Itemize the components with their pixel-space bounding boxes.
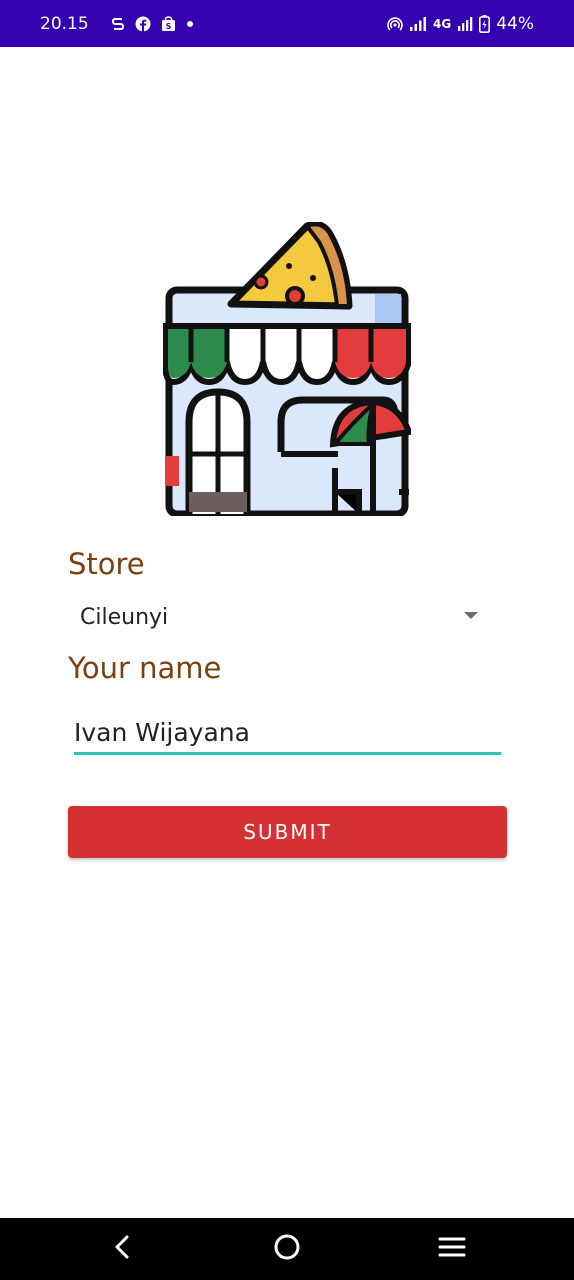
home-icon: [273, 1233, 301, 1265]
dot-icon: [186, 20, 194, 28]
back-icon: [112, 1234, 132, 1264]
battery-charging-icon: [479, 14, 491, 33]
pizza-store-icon: [162, 220, 414, 518]
menu-icon: [438, 1235, 466, 1263]
system-status: 4G 44%: [387, 14, 534, 34]
name-input[interactable]: [74, 712, 501, 755]
battery-level: 44%: [496, 13, 534, 34]
facebook-icon: [135, 16, 151, 32]
hotspot-icon: [387, 16, 403, 32]
name-label: Your name: [68, 651, 222, 685]
signal-icon: [457, 16, 473, 32]
store-selected-value: Cileunyi: [80, 604, 169, 630]
dropdown-arrow-icon: [464, 612, 478, 619]
store-dropdown[interactable]: Cileunyi: [68, 598, 488, 636]
navigation-bar: [0, 1218, 574, 1280]
notification-icons: S: [111, 15, 194, 32]
status-time: 20.15: [40, 13, 89, 34]
app-screen: 20.15 S 4G 44% Store Cileunyi Your name …: [0, 0, 574, 1280]
store-label: Store: [68, 547, 145, 581]
svg-text:S: S: [165, 22, 171, 31]
signal-icon: [409, 16, 427, 32]
home-button[interactable]: [247, 1218, 327, 1280]
recent-apps-button[interactable]: [412, 1218, 492, 1280]
submit-button[interactable]: SUBMIT: [68, 806, 507, 858]
s-badge-icon: [111, 16, 125, 32]
back-button[interactable]: [82, 1218, 162, 1280]
network-type: 4G: [433, 16, 452, 31]
shopping-bag-icon: S: [161, 15, 176, 32]
status-bar: 20.15 S 4G 44%: [0, 0, 574, 47]
